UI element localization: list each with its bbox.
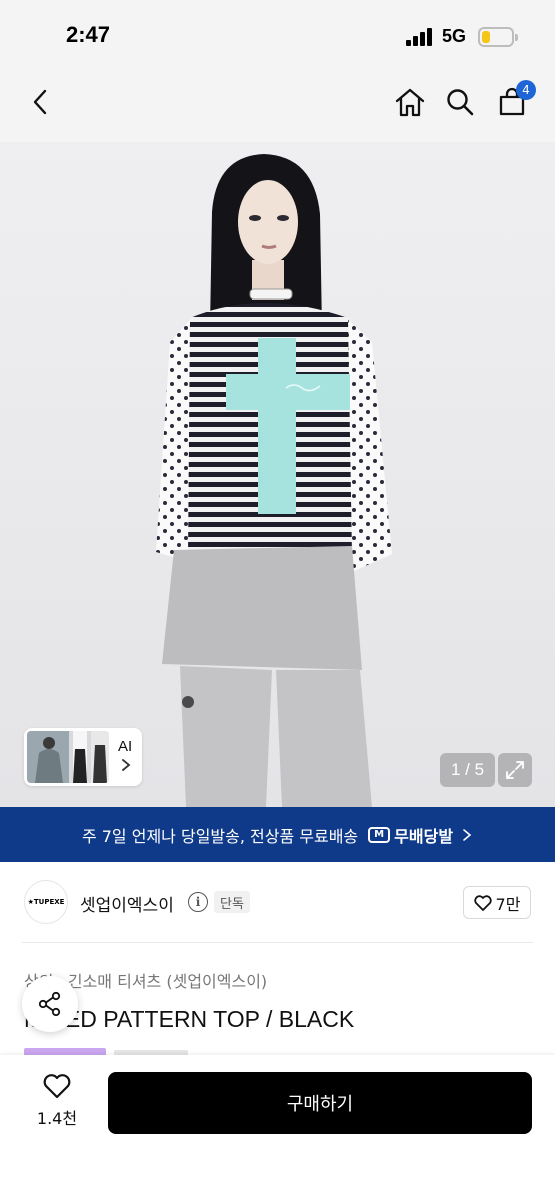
brand-like-button[interactable]: 7만 xyxy=(463,886,531,919)
info-icon[interactable]: i xyxy=(188,892,208,912)
bottom-action-bar: 1.4천 구매하기 xyxy=(0,1055,555,1200)
brand-logo[interactable]: ★TUPEXE xyxy=(24,880,68,924)
truck-icon: M xyxy=(368,826,391,843)
chevron-right-icon xyxy=(122,759,131,771)
nav-bar: 4 xyxy=(0,68,555,142)
wishlist-button[interactable]: 1.4천 xyxy=(22,1073,92,1137)
share-button[interactable] xyxy=(22,976,78,1032)
exclusive-badge: 단독 xyxy=(214,891,250,913)
product-photo xyxy=(0,142,555,807)
expand-icon xyxy=(506,761,524,779)
brand-row: ★TUPEXE 셋업이엑스이 i 단독 7만 xyxy=(0,870,555,936)
back-button[interactable] xyxy=(20,82,60,122)
delivery-brand-label: 무배당발 xyxy=(394,826,454,846)
ai-lookbook-card[interactable]: AI xyxy=(24,728,142,786)
expand-image-button[interactable] xyxy=(498,753,532,787)
cart-button[interactable]: 4 xyxy=(492,80,536,122)
status-bar: 2:47 5G xyxy=(0,0,555,68)
signal-icon xyxy=(406,28,434,46)
status-time: 2:47 xyxy=(66,22,111,47)
buy-button[interactable]: 구매하기 xyxy=(108,1072,532,1134)
network-type: 5G xyxy=(442,26,467,46)
delivery-banner-text: 주 7일 언제나 당일발송, 전상품 무료배송 xyxy=(81,826,359,846)
delivery-banner[interactable]: 주 7일 언제나 당일발송, 전상품 무료배송 M 무배당발 xyxy=(0,807,555,862)
lookbook-thumbnail xyxy=(27,731,109,783)
home-button[interactable] xyxy=(390,82,430,122)
cart-count-badge: 4 xyxy=(516,80,536,100)
brand-name[interactable]: 셋업이엑스이 xyxy=(80,891,174,916)
search-button[interactable] xyxy=(440,82,480,122)
breadcrumb-item-subcategory[interactable]: 긴소매 티셔츠 (셋업이엑스이) xyxy=(68,972,267,991)
product-image-gallery[interactable]: AI 1 / 5 xyxy=(0,142,555,807)
ai-label: AI xyxy=(118,738,133,755)
heart-icon xyxy=(43,1074,71,1099)
chevron-right-icon xyxy=(463,828,472,841)
back-chevron-icon xyxy=(33,89,47,115)
wishlist-count: 1.4천 xyxy=(36,1109,78,1128)
divider xyxy=(22,942,533,943)
battery-icon xyxy=(478,27,518,47)
brand-like-count: 7만 xyxy=(495,894,521,914)
image-page-counter: 1 / 5 xyxy=(440,753,495,787)
heart-icon xyxy=(473,894,492,911)
free-delivery-logo: M 무배당발 xyxy=(368,823,453,847)
home-icon xyxy=(395,88,425,117)
share-icon xyxy=(38,991,61,1017)
search-icon xyxy=(447,89,474,116)
